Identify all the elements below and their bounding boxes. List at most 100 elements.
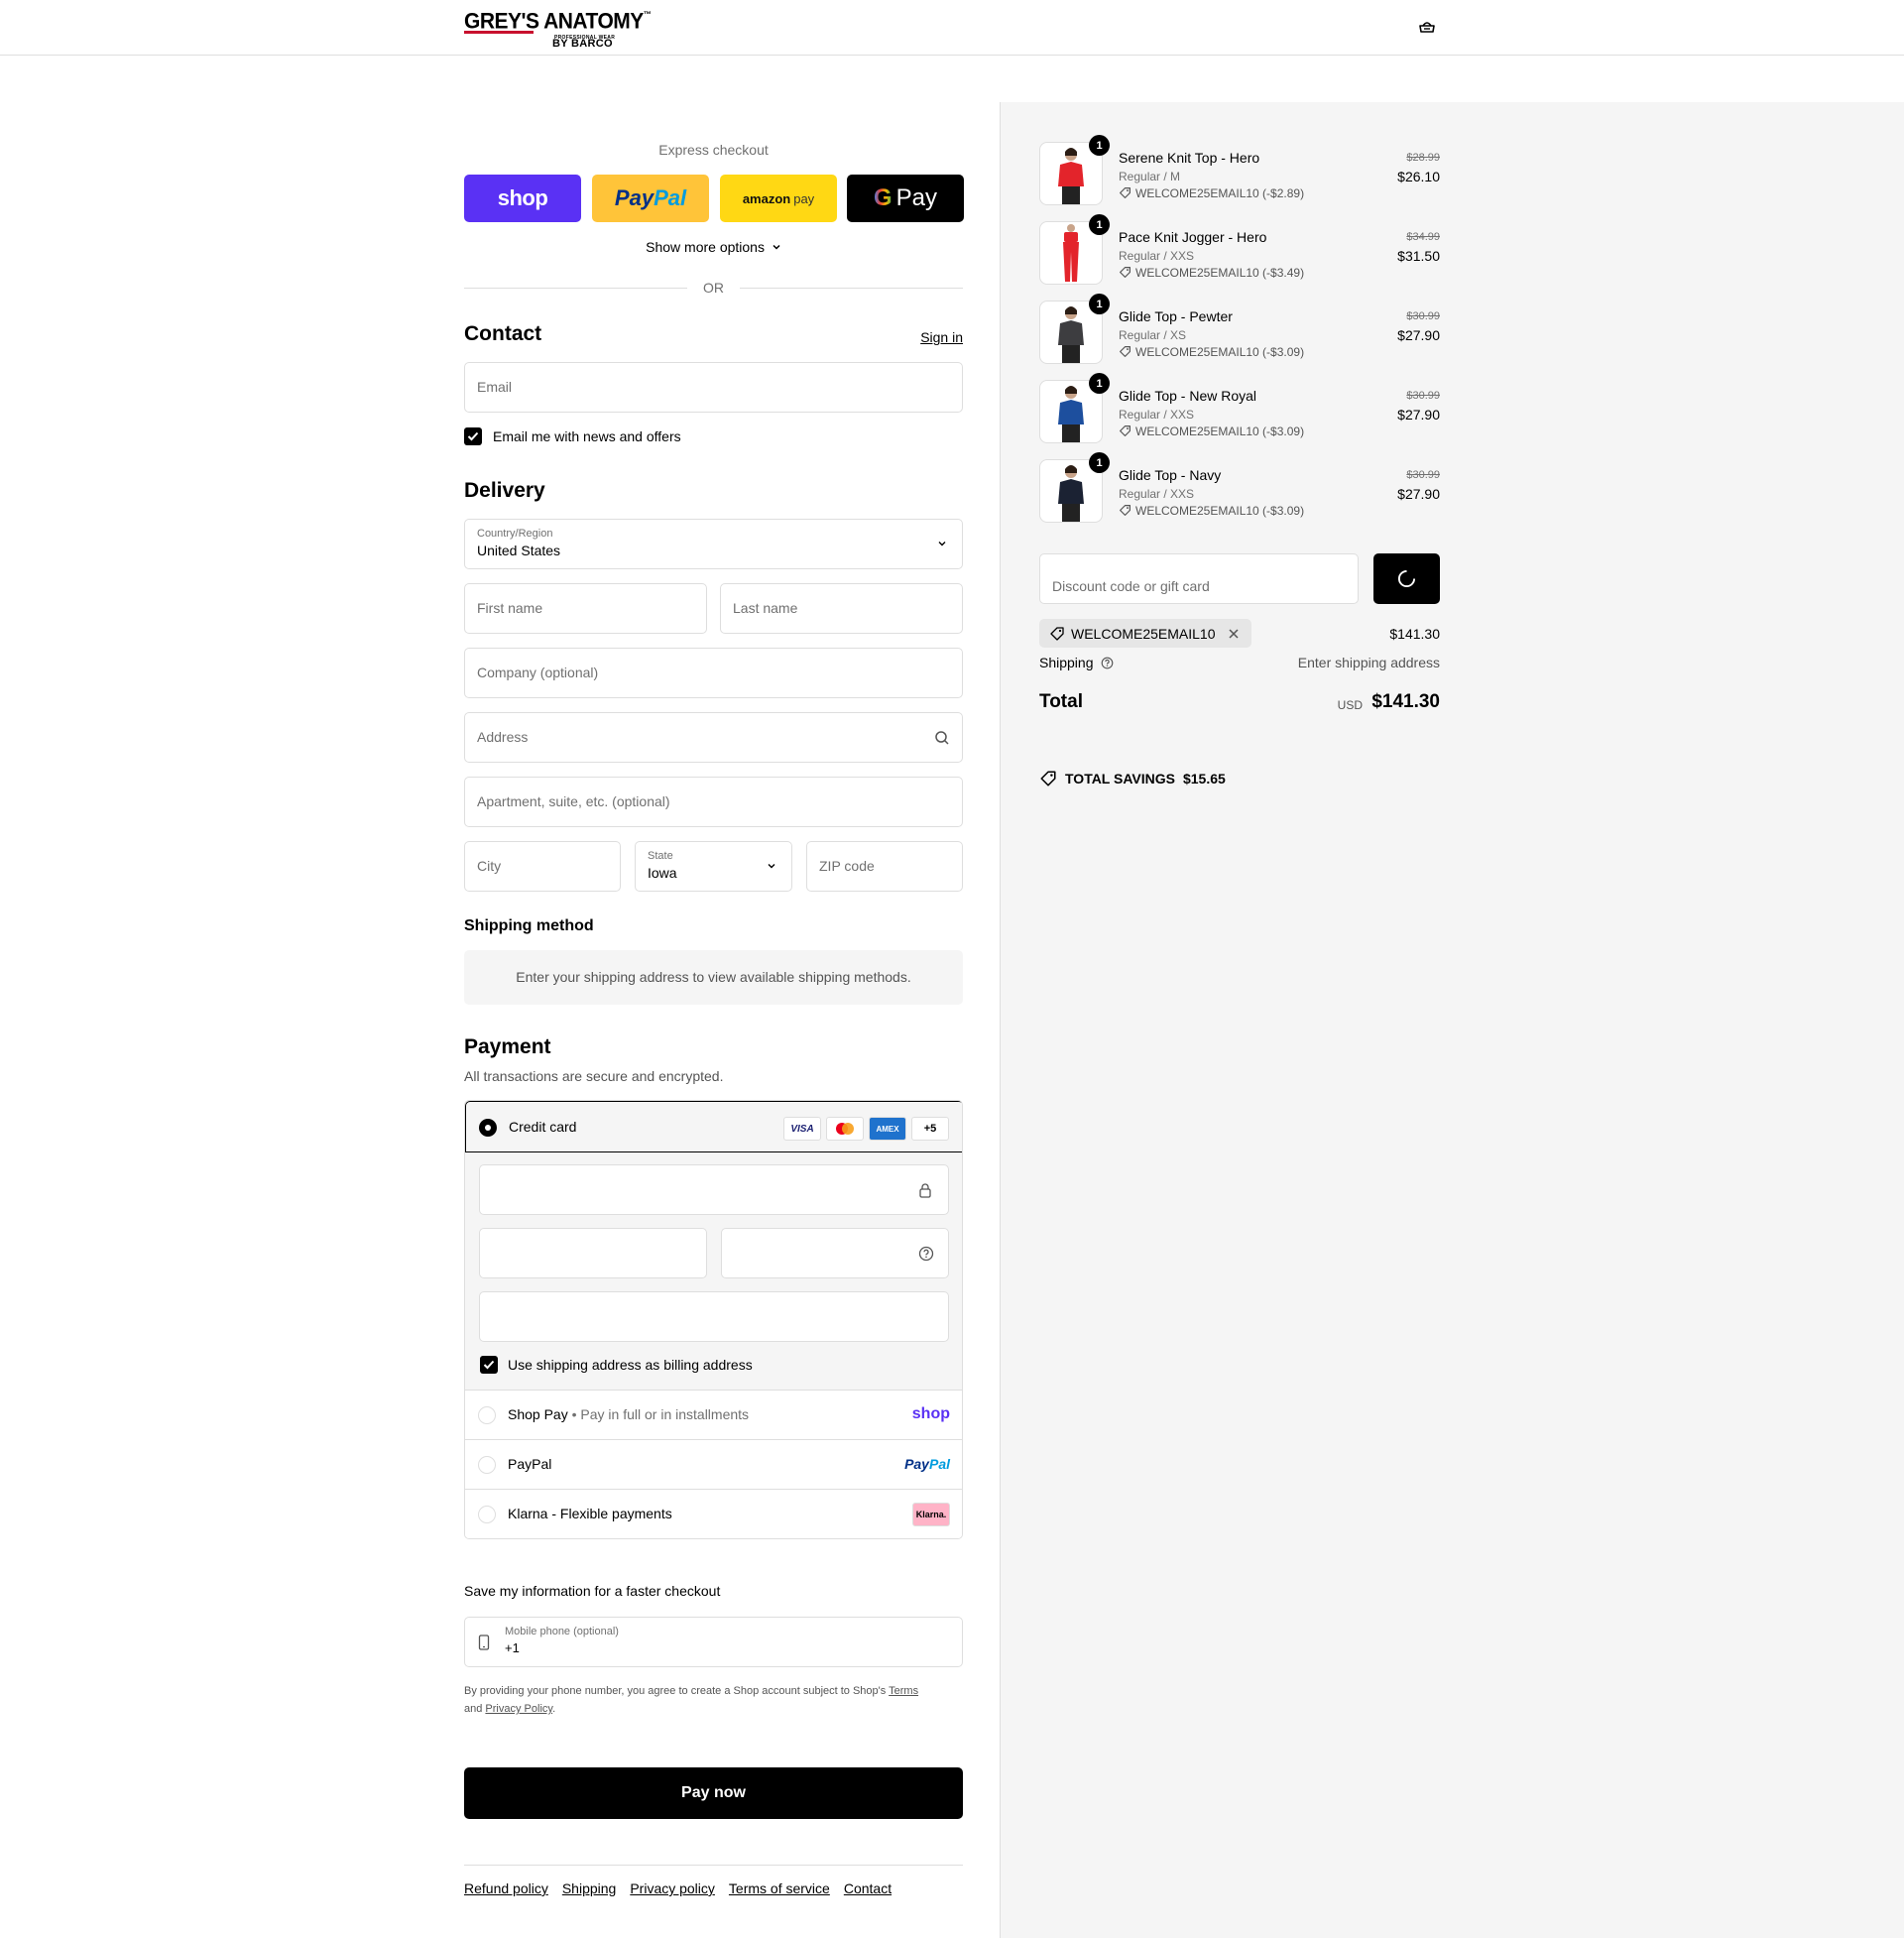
refund-policy-link[interactable]: Refund policy	[464, 1880, 548, 1896]
pay-now-button[interactable]: Pay now	[464, 1767, 963, 1819]
shipping-policy-link[interactable]: Shipping	[562, 1880, 617, 1896]
klarna-logo: Klarna.	[912, 1503, 950, 1526]
shop-pay-radio[interactable]	[478, 1406, 496, 1424]
paypal-express-button[interactable]: Pay Pal	[592, 175, 709, 222]
google-pay-express-button[interactable]: G Pay	[847, 175, 964, 222]
close-icon[interactable]	[1228, 628, 1240, 640]
shop-pay-label: Shop Pay • Pay in full or in installment…	[508, 1406, 750, 1422]
expiration-date-field[interactable]	[479, 1228, 707, 1278]
product-variant: Regular / XXS	[1119, 408, 1195, 422]
lock-icon	[919, 1183, 931, 1198]
express-checkout-label: Express checkout	[658, 142, 769, 158]
amex-icon: AMEX	[869, 1117, 906, 1141]
credit-card-form: Use shipping address as billing address	[465, 1152, 962, 1391]
applied-discount-chip: WELCOME25EMAIL10	[1039, 619, 1251, 648]
paypal-label: PayPal	[508, 1456, 552, 1472]
privacy-policy-footer-link[interactable]: Privacy policy	[630, 1880, 715, 1896]
product-name: Pace Knit Jogger - Hero	[1119, 229, 1267, 245]
company-field[interactable]: Company (optional)	[464, 648, 963, 698]
security-code-field[interactable]	[721, 1228, 949, 1278]
quantity-badge: 1	[1089, 214, 1110, 235]
klarna-option[interactable]: Klarna - Flexible payments Klarna.	[465, 1490, 962, 1538]
email-field[interactable]: Email	[464, 362, 963, 413]
shop-pay-express-button[interactable]: shop	[464, 175, 581, 222]
product-name: Glide Top - New Royal	[1119, 388, 1257, 404]
help-circle-icon[interactable]	[918, 1246, 934, 1262]
delivery-heading: Delivery	[464, 479, 545, 502]
product-discount: WELCOME25EMAIL10 (-$3.49)	[1119, 266, 1304, 280]
apartment-field[interactable]: Apartment, suite, etc. (optional)	[464, 777, 963, 827]
product-variant: Regular / XXS	[1119, 249, 1195, 263]
total-value: $141.30	[1371, 691, 1440, 712]
payment-heading: Payment	[464, 1035, 551, 1058]
applied-discount-code: WELCOME25EMAIL10	[1071, 625, 1216, 642]
mobile-phone-field[interactable]: Mobile phone (optional) +1	[464, 1617, 963, 1667]
original-price: $30.99	[1406, 310, 1440, 322]
shop-pay-logo: shop	[911, 1405, 950, 1422]
billing-same-label: Use shipping address as billing address	[508, 1357, 753, 1373]
logo-underline	[464, 31, 534, 34]
product-discount: WELCOME25EMAIL10 (-$2.89)	[1119, 186, 1304, 200]
tag-icon	[1120, 267, 1130, 278]
visa-icon: VISA	[783, 1117, 821, 1141]
address-field[interactable]: Address	[464, 712, 963, 763]
credit-card-radio[interactable]	[479, 1119, 497, 1137]
subtotal-value: $141.30	[1389, 626, 1440, 642]
show-more-options-button[interactable]: Show more options	[464, 239, 963, 255]
quantity-badge: 1	[1089, 373, 1110, 394]
name-on-card-field[interactable]	[479, 1291, 949, 1342]
total-currency: USD	[1337, 698, 1363, 712]
paypal-radio[interactable]	[478, 1456, 496, 1474]
quantity-badge: 1	[1089, 135, 1110, 156]
credit-card-label: Credit card	[509, 1119, 577, 1135]
shop-pay-option[interactable]: Shop Pay • Pay in full or in installment…	[465, 1391, 962, 1440]
first-name-field[interactable]: First name	[464, 583, 707, 634]
klarna-radio[interactable]	[478, 1506, 496, 1523]
cart-item: 1 Glide Top - New Royal Regular / XXS WELCO…	[1039, 373, 1440, 443]
amazon-pay-express-button[interactable]: amazon pay	[720, 175, 837, 222]
shipping-method-notice: Enter your shipping address to view avai…	[464, 950, 963, 1005]
sign-in-link[interactable]: Sign in	[920, 329, 963, 345]
save-info-heading: Save my information for a faster checkou…	[464, 1583, 721, 1599]
loading-spinner-icon	[1397, 569, 1416, 588]
contact-link[interactable]: Contact	[844, 1880, 892, 1896]
shipping-label: Shipping	[1039, 655, 1114, 670]
shipping-value: Enter shipping address	[1297, 655, 1440, 670]
news-offers-label: Email me with news and offers	[493, 428, 681, 444]
discounted-price: $27.90	[1397, 327, 1440, 343]
state-select[interactable]: State Iowa	[635, 841, 792, 892]
tag-icon	[1040, 771, 1056, 787]
payment-subtitle: All transactions are secure and encrypte…	[464, 1068, 724, 1084]
paypal-option[interactable]: PayPal PayPal	[465, 1440, 962, 1490]
checkmark-icon	[467, 431, 479, 441]
brand-logo[interactable]: GREY'S ANATOMY™ PROFESSIONAL WEAR BY BAR…	[464, 9, 652, 50]
last-name-field[interactable]: Last name	[720, 583, 963, 634]
shop-terms-link[interactable]: Terms	[889, 1685, 918, 1697]
country-select[interactable]: Country/Region United States	[464, 519, 963, 569]
discounted-price: $26.10	[1397, 169, 1440, 184]
cart-item: 1 Glide Top - Pewter Regular / XS WELCOME25…	[1039, 294, 1440, 364]
shipping-method-heading: Shipping method	[464, 917, 594, 934]
card-number-field[interactable]	[479, 1164, 949, 1215]
terms-of-service-link[interactable]: Terms of service	[729, 1880, 830, 1896]
chevron-down-icon	[768, 864, 775, 869]
search-icon	[935, 731, 949, 745]
discounted-price: $31.50	[1397, 248, 1440, 264]
credit-card-option[interactable]: Credit card VISA AMEX +5	[465, 1101, 962, 1152]
discount-code-field[interactable]: Discount code or gift card	[1039, 553, 1359, 604]
city-field[interactable]: City	[464, 841, 621, 892]
cart-icon[interactable]	[1417, 18, 1437, 38]
cart-item: 1 Glide Top - Navy Regular / XXS WELCOME25E…	[1039, 452, 1440, 523]
mastercard-icon	[826, 1117, 864, 1141]
total-savings: TOTAL SAVINGS $15.65	[1039, 770, 1226, 787]
privacy-policy-link[interactable]: Privacy Policy	[485, 1703, 552, 1715]
klarna-label: Klarna - Flexible payments	[508, 1506, 672, 1521]
news-offers-checkbox[interactable]	[464, 427, 482, 445]
discounted-price: $27.90	[1397, 486, 1440, 502]
help-circle-icon[interactable]	[1101, 657, 1114, 669]
product-name: Glide Top - Pewter	[1119, 308, 1233, 324]
product-variant: Regular / XXS	[1119, 487, 1195, 501]
billing-same-checkbox[interactable]	[480, 1356, 498, 1374]
zip-field[interactable]: ZIP code	[806, 841, 963, 892]
apply-discount-button[interactable]	[1373, 553, 1440, 604]
